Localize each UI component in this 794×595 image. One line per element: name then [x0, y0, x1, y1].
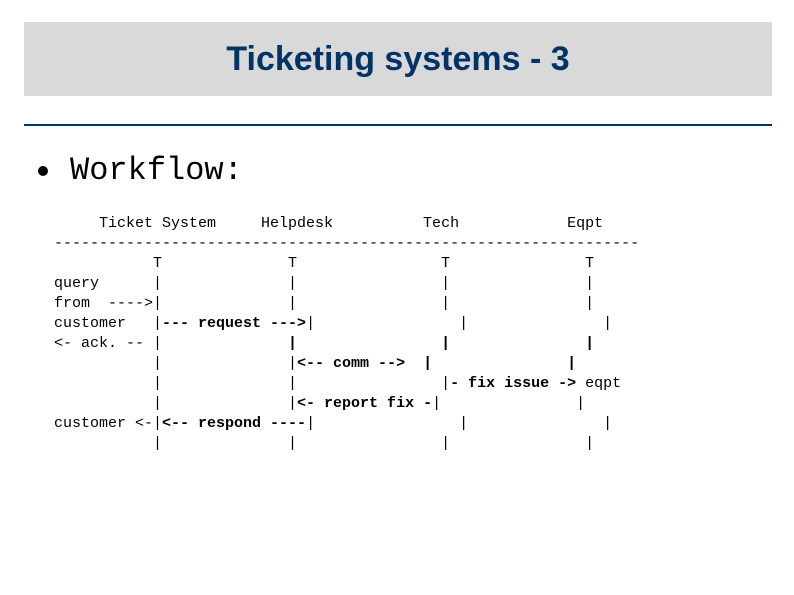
title-band: Ticketing systems - 3 [24, 22, 772, 96]
bullet-text: Workflow: [70, 152, 243, 189]
workflow-l8a: | | [54, 395, 297, 412]
workflow-l8-report: <- report fix - [297, 395, 432, 412]
workflow-l6-comm: <-- comm --> [297, 355, 423, 372]
workflow-l5b: | | | [288, 335, 594, 352]
workflow-l9c: | | | [306, 415, 612, 432]
workflow-l5a: <- ack. -- | [54, 335, 288, 352]
workflow-l2: query | | | | [54, 275, 594, 292]
workflow-l6a: | | [54, 355, 297, 372]
workflow-l7c: eqpt [585, 375, 621, 392]
workflow-l9-respond: <-- respond ---- [162, 415, 306, 432]
workflow-l7-fix: - fix issue -> [450, 375, 585, 392]
workflow-l4c: | | | [306, 315, 612, 332]
workflow-l10: | | | | [54, 435, 594, 452]
workflow-divider: ----------------------------------------… [54, 235, 639, 252]
slide-title: Ticketing systems - 3 [226, 40, 569, 79]
workflow-l1: T T T T [54, 255, 594, 272]
workflow-l8c: | | [432, 395, 585, 412]
workflow-l4-request: --- request ---> [162, 315, 306, 332]
workflow-l3: from ---->| | | | [54, 295, 594, 312]
title-underline [24, 124, 772, 126]
workflow-diagram: Ticket System Helpdesk Tech Eqpt -------… [54, 214, 639, 454]
workflow-l6c: | | [423, 355, 576, 372]
bullet-dot-icon [38, 166, 48, 176]
workflow-l4a: customer | [54, 315, 162, 332]
slide: Ticketing systems - 3 Workflow: Ticket S… [0, 0, 794, 595]
workflow-l7a: | | | [54, 375, 450, 392]
workflow-header: Ticket System Helpdesk Tech Eqpt [54, 215, 603, 232]
workflow-l9a: customer <-| [54, 415, 162, 432]
bullet-row: Workflow: [38, 152, 243, 189]
